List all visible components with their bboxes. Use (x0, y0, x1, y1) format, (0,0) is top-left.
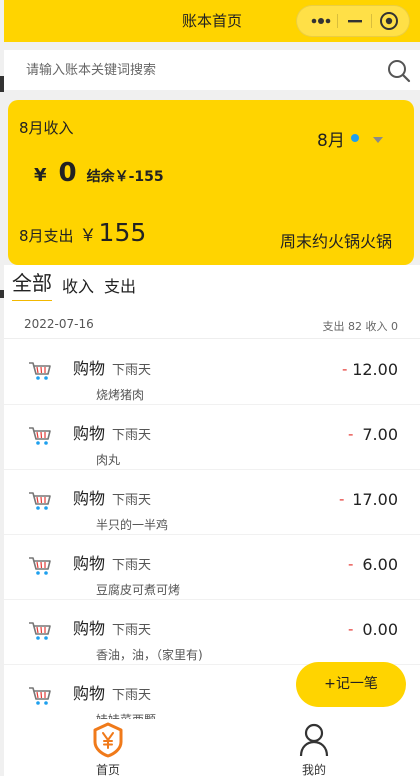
record-account: 下雨天 (112, 493, 152, 508)
record-account: 下雨天 (112, 623, 152, 638)
record-account: 下雨天 (112, 428, 152, 443)
shopping-cart-icon (28, 620, 52, 642)
chevron-down-icon (372, 137, 383, 143)
shopping-cart-icon (28, 685, 52, 707)
expense-currency-symbol: ￥ (79, 226, 97, 246)
list-item[interactable]: 购物 下雨天 豆腐皮可煮可烤 - 6.00 (4, 535, 420, 600)
record-category: 购物 (73, 424, 106, 443)
expense-sign: - (348, 555, 354, 573)
list-item[interactable]: 购物 下雨天 烧烤猪肉 - 12.00 (4, 340, 420, 405)
search-input[interactable] (26, 58, 366, 82)
record-account: 下雨天 (112, 688, 152, 703)
shopping-cart-icon (28, 490, 52, 512)
record-category: 购物 (73, 554, 106, 573)
list-item[interactable]: 购物 下雨天 肉丸 - 7.00 (4, 405, 420, 470)
record-amount: 0.00 (362, 620, 398, 639)
user-icon (298, 722, 330, 758)
navigation-bar: 账本首页 (4, 0, 420, 42)
record-amount: 17.00 (352, 490, 398, 509)
monthly-summary-card: 8月收入 8月 ¥ 0 结余￥-155 8月支出 ￥ 155 周末约火锅火锅 (8, 100, 414, 265)
record-remark: 豆腐皮可煮可烤 (96, 583, 181, 597)
minimize-icon[interactable] (337, 6, 373, 36)
record-account: 下雨天 (112, 363, 152, 378)
group-summary: 支出 82 收入 0 (322, 320, 399, 333)
tabbar-home-label: 首页 (95, 763, 120, 776)
list-item[interactable]: 购物 下雨天 香油，油，（家里有) - 0.00 (4, 600, 420, 665)
tabbar-home[interactable]: 首页 (68, 719, 148, 776)
record-remark: 烧烤猪肉 (96, 388, 145, 402)
book-note: 周末约火锅火锅 (279, 232, 392, 251)
more-dots-icon[interactable] (303, 6, 339, 36)
tabbar-mine-label: 我的 (301, 763, 326, 776)
group-date: 2022-07-16 (24, 317, 94, 331)
home-yen-shield-icon (92, 722, 124, 758)
close-target-icon[interactable] (371, 6, 407, 36)
mini-program-capsule (296, 5, 410, 37)
shopping-cart-icon (28, 555, 52, 577)
expense-row: 8月支出 ￥ 155 (19, 218, 146, 252)
month-indicator-dot (350, 134, 359, 142)
expense-sign: - (342, 360, 348, 378)
income-row: ¥ 0 结余￥-155 (34, 158, 164, 192)
filter-tabs: 全部 收入 支出 (12, 269, 146, 301)
record-remark: 半只的一半鸡 (96, 518, 169, 532)
bottom-tab-bar: 首页 我的 (4, 719, 420, 776)
income-label: 8月收入 (19, 119, 74, 137)
month-value: 8月 (317, 130, 345, 151)
expense-sign: - (339, 490, 345, 508)
expense-sign: - (348, 620, 354, 638)
record-amount: 7.00 (362, 425, 398, 444)
day-group-header: 2022-07-16 支出 82 收入 0 (4, 309, 420, 339)
record-remark: 肉丸 (96, 453, 121, 467)
shopping-cart-icon (28, 425, 52, 447)
month-picker[interactable]: 8月 (317, 126, 383, 151)
expense-value: 155 (98, 218, 147, 247)
search-bar (4, 50, 420, 90)
record-remark: 香油，油，（家里有) (96, 648, 203, 662)
tab-income[interactable]: 收入 (62, 273, 94, 301)
shopping-cart-icon (28, 360, 52, 382)
expense-label: 8月支出 (19, 227, 74, 245)
expense-sign: - (348, 425, 354, 443)
record-amount: 6.00 (362, 555, 398, 574)
balance-text: 结余￥-155 (86, 169, 164, 185)
record-category: 购物 (73, 619, 106, 638)
record-category: 购物 (73, 359, 106, 378)
tab-all[interactable]: 全部 (12, 267, 52, 301)
record-category: 购物 (73, 489, 106, 508)
records-panel: 全部 收入 支出 2022-07-16 支出 82 收入 0 购物 下雨天 烧烤… (4, 265, 420, 730)
record-amount: 12.00 (352, 360, 398, 379)
search-icon[interactable] (387, 59, 411, 83)
income-value: 0 (58, 158, 77, 188)
record-account: 下雨天 (112, 558, 152, 573)
tab-expense[interactable]: 支出 (104, 273, 136, 301)
add-record-button[interactable]: +记一笔 (296, 662, 406, 707)
currency-symbol: ¥ (34, 165, 47, 186)
tabbar-mine[interactable]: 我的 (274, 719, 354, 776)
record-category: 购物 (73, 684, 106, 703)
list-item[interactable]: 购物 下雨天 半只的一半鸡 - 17.00 (4, 470, 420, 535)
